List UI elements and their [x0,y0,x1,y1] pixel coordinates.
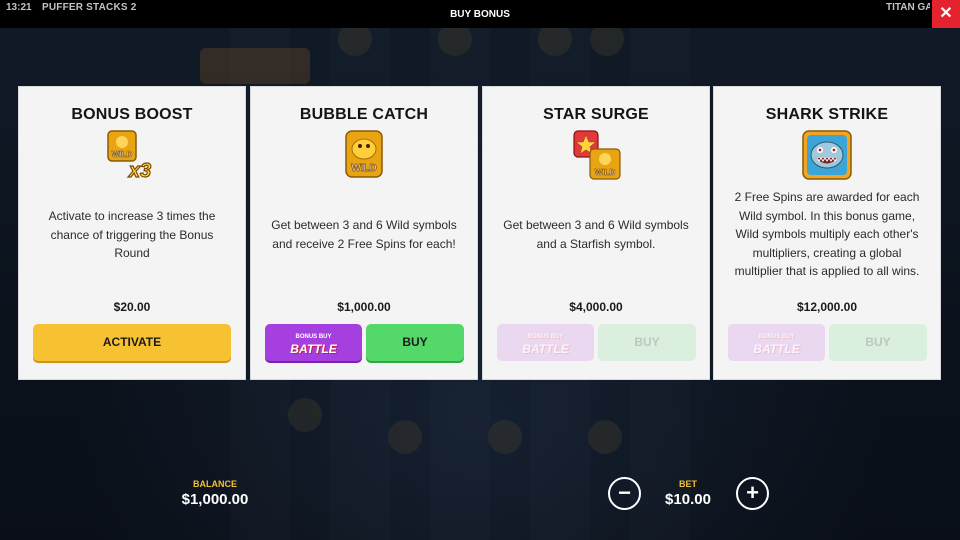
bonus-card-star-surge: STAR SURGE WILD Get between 3 and 6 Wild… [482,86,710,380]
card-title: BUBBLE CATCH [299,106,429,123]
background-symbol [388,420,422,454]
card-description: Activate to increase 3 times the chance … [48,209,216,260]
bonus-card-bonus-boost: BONUS BOOST WILD x3 Activate to increase… [18,86,246,380]
activate-button[interactable]: ACTIVATE [33,324,231,361]
plus-icon: + [746,480,759,505]
background-symbol [488,420,522,454]
bonus-buy-battle-button[interactable]: BONUS BUY BATTLE [497,324,594,361]
increase-bet-button[interactable]: + [736,477,769,510]
wild-x3-icon: WILD x3 [107,130,152,181]
minus-icon: − [618,480,631,505]
top-bar: 13:21 PUFFER STACKS 2 BUY BONUS TITAN GA… [0,0,960,28]
close-button[interactable]: ✕ [932,0,960,28]
balance-value: $1,000.00 [181,491,249,508]
bonus-buy-battle-button[interactable]: BONUS BUY BATTLE [265,324,362,361]
card-title: BONUS BOOST [71,106,193,123]
bet-value: $10.00 [665,491,711,508]
background-symbol [588,420,622,454]
dialog-title: BUY BONUS [450,9,510,20]
buy-button[interactable]: BUY [598,324,696,361]
card-title: STAR SURGE [543,106,649,123]
provider-name: TITAN GA [886,2,930,13]
battle-button-label: BATTLE [753,342,800,356]
battle-button-label: BATTLE [290,342,337,356]
card-description: Get between 3 and 6 Wild symbols and a S… [503,218,689,251]
background-symbol [288,398,322,432]
bet-label: BET [679,479,697,489]
bonus-card-bubble-catch: BUBBLE CATCH WILD Get between 3 and 6 Wi… [250,86,478,380]
bonus-buy-battle-button[interactable]: BONUS BUY BATTLE [728,324,825,361]
golden-fish-wild-icon: WILD [345,130,383,178]
card-price: $1,000.00 [337,300,391,314]
card-price: $12,000.00 [796,300,858,314]
svg-text:WILD: WILD [112,150,133,159]
svg-text:WILD: WILD [595,168,616,177]
card-price: $20.00 [113,300,151,314]
starfish-wild-icon: WILD [573,130,621,180]
card-price: $4,000.00 [569,300,623,314]
background-game-logo [200,48,310,84]
close-icon: ✕ [939,5,953,22]
bonus-card-shark-strike: SHARK STRIKE 2 Free Spins are awarded fo… [713,86,941,380]
buy-button[interactable]: BUY [366,324,464,361]
card-title: SHARK STRIKE [765,106,889,123]
shark-icon [802,130,852,180]
battle-button-label: BATTLE [522,342,569,356]
card-description: Get between 3 and 6 Wild symbols and rec… [271,218,457,251]
svg-text:WILD: WILD [351,163,377,174]
svg-text:x3: x3 [128,160,151,181]
decrease-bet-button[interactable]: − [608,477,641,510]
buy-button[interactable]: BUY [829,324,927,361]
card-description: 2 Free Spins are awarded for each Wild s… [734,190,920,278]
balance-label: BALANCE [193,479,237,489]
